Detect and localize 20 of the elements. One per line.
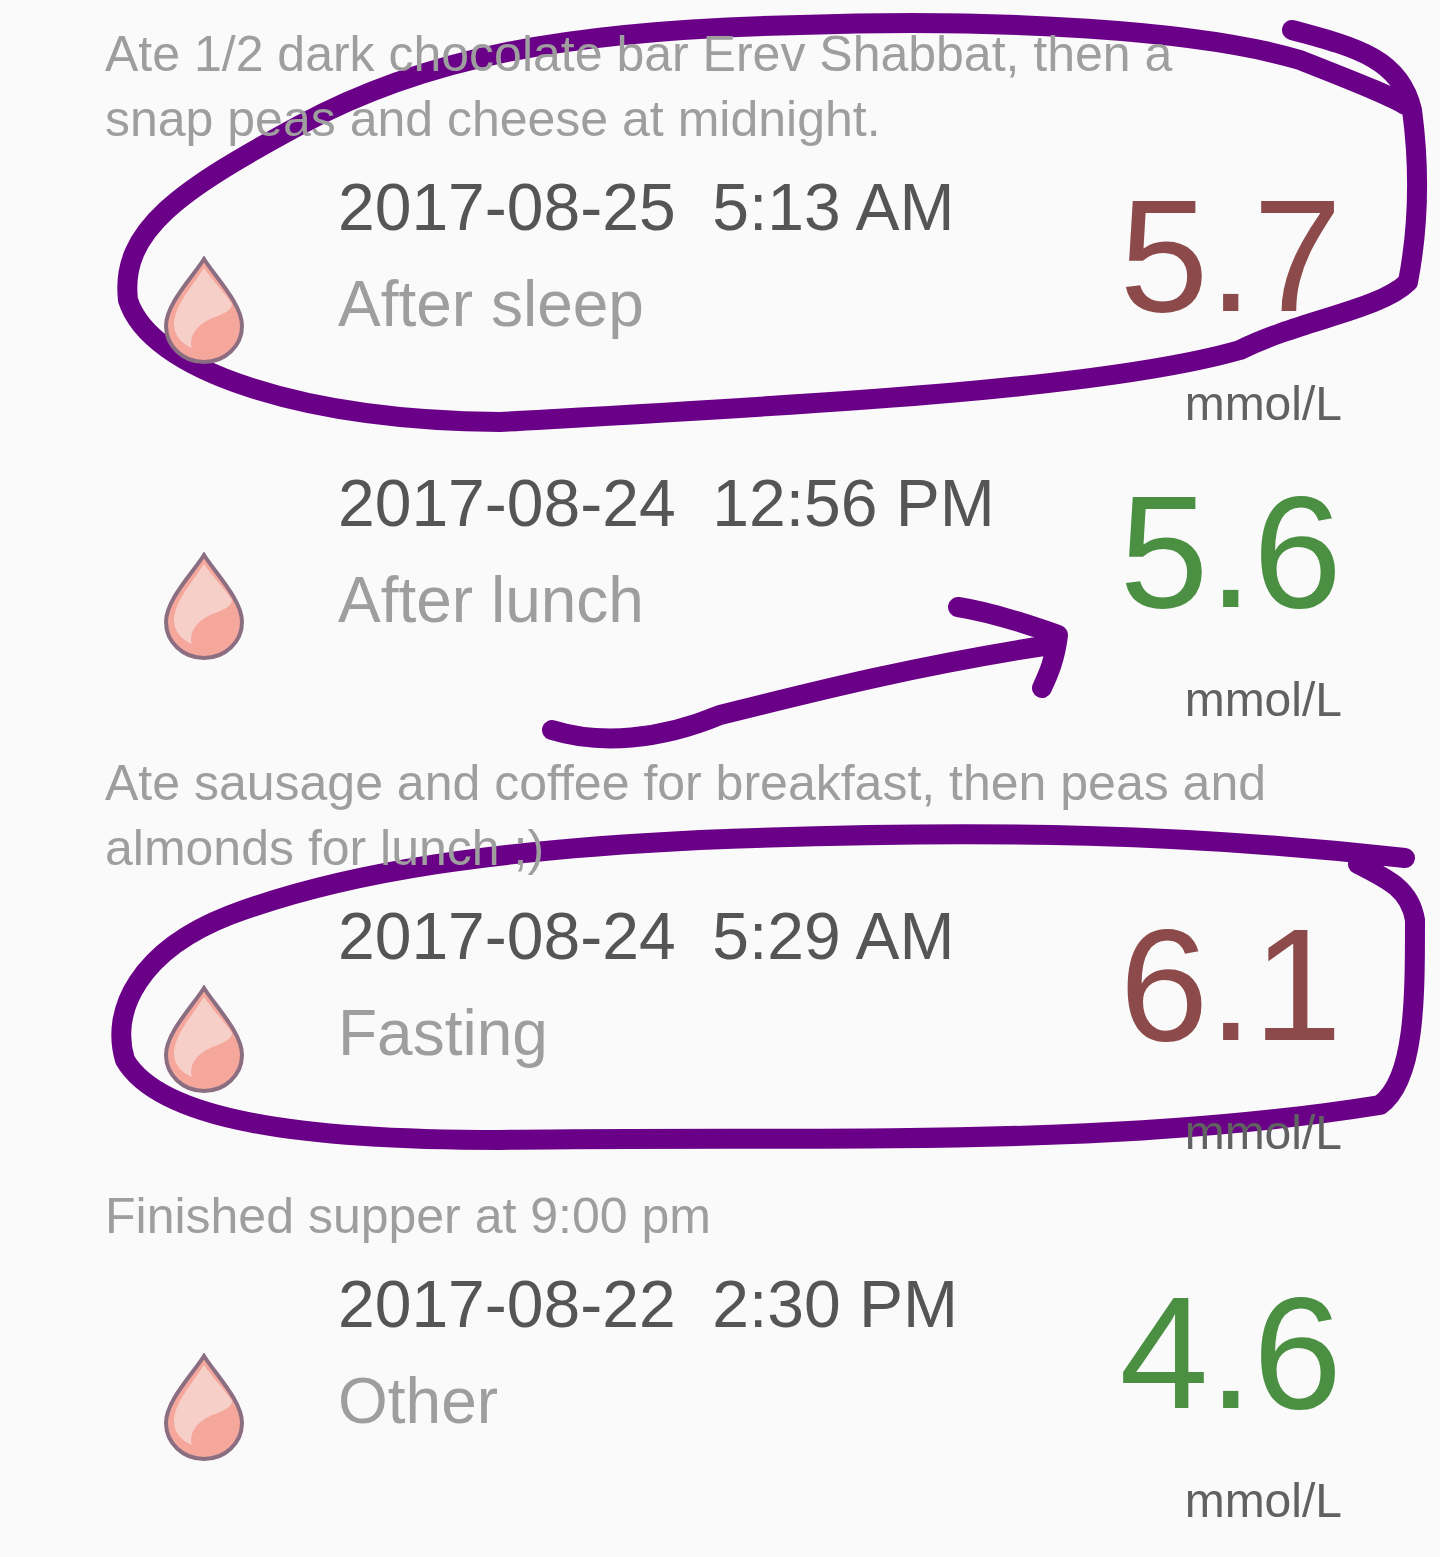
glucose-value: 4.6 [1119, 1273, 1342, 1433]
note-text: Finished supper at 9:00 pm [104, 1187, 712, 1246]
glucose-value: 5.6 [1119, 472, 1342, 632]
glucose-value: 5.7 [1119, 176, 1342, 336]
reading-datetime: 2017-08-24 12:56 PM [338, 465, 995, 542]
unit-label: mmol/L [1184, 1473, 1342, 1529]
droplet-icon [162, 256, 246, 364]
droplet-icon [162, 985, 246, 1093]
droplet-icon [162, 552, 246, 660]
meal-category: Fasting [338, 996, 548, 1071]
glucose-value: 6.1 [1119, 905, 1342, 1065]
droplet-icon [162, 1353, 246, 1461]
reading-datetime: 2017-08-25 5:13 AM [338, 169, 955, 246]
reading-datetime: 2017-08-24 5:29 AM [338, 898, 955, 975]
meal-category: Other [338, 1364, 499, 1439]
reading-datetime: 2017-08-22 2:30 PM [338, 1266, 959, 1343]
meal-category: After lunch [338, 563, 644, 638]
unit-label: mmol/L [1184, 376, 1342, 432]
meal-category: After sleep [338, 267, 644, 342]
unit-label: mmol/L [1184, 672, 1342, 728]
